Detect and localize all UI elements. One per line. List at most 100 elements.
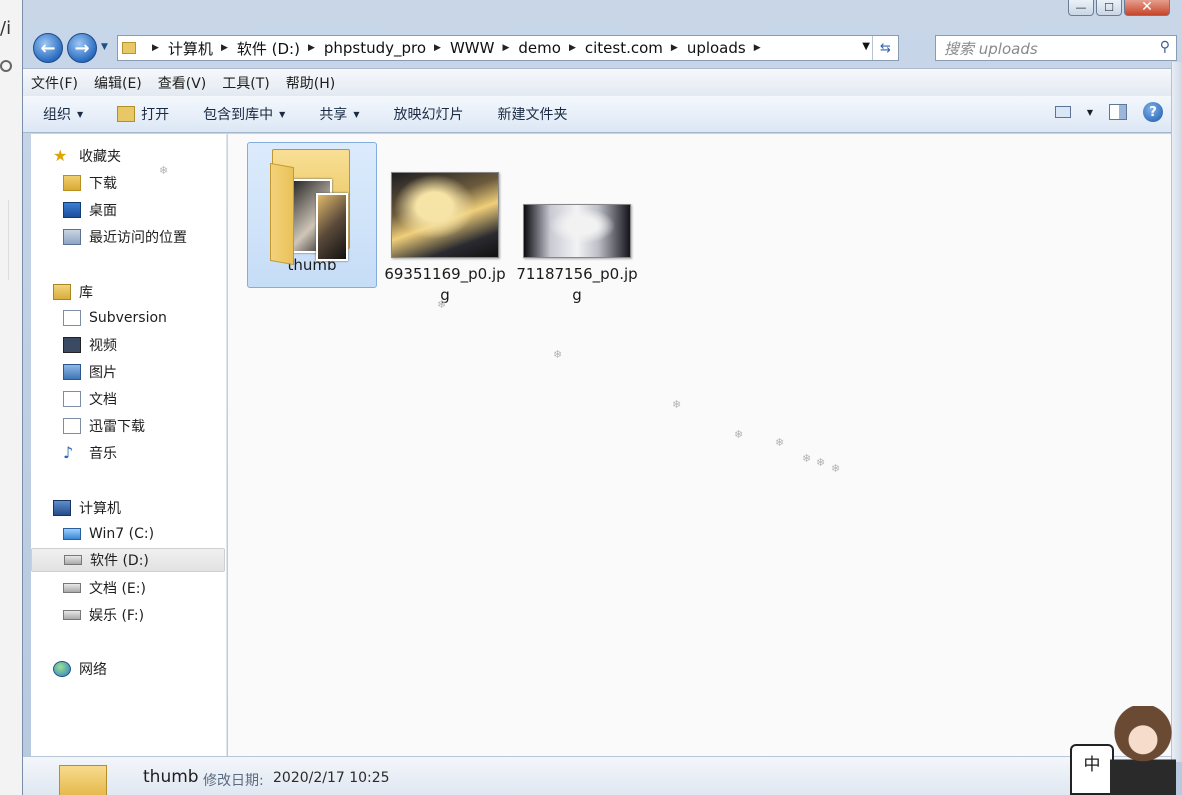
new-folder-button[interactable]: 新建文件夹 bbox=[497, 104, 567, 124]
breadcrumb-www[interactable]: WWW ▶ bbox=[450, 39, 518, 57]
nav-favorites[interactable]: ★ 收藏夹 bbox=[53, 146, 121, 166]
nav-item-desktop[interactable]: 桌面 bbox=[63, 198, 117, 222]
slideshow-label: 放映幻灯片 bbox=[393, 107, 464, 123]
address-bar[interactable]: ▶ 计算机 ▶ 软件 (D:) ▶ phpstudy_pro ▶ WWW ▶ demo ▶… bbox=[117, 35, 899, 61]
computer-icon bbox=[53, 500, 71, 516]
library-icon bbox=[53, 284, 71, 300]
nav-item-pictures[interactable]: 图片 bbox=[63, 360, 117, 384]
snowflake-decoration: ❄ bbox=[775, 436, 785, 449]
arrow-right-icon: → bbox=[74, 37, 90, 59]
snowflake-decoration: ❄ bbox=[831, 462, 841, 475]
search-placeholder: 搜索 uploads bbox=[944, 39, 1038, 58]
nav-item-label: Win7 (C:) bbox=[89, 526, 155, 542]
image-thumbnail bbox=[523, 204, 631, 258]
nav-item-recent-places[interactable]: 最近访问的位置 bbox=[63, 225, 187, 249]
snowflake-decoration: ❄ bbox=[802, 452, 812, 465]
ime-indicator[interactable]: 中 bbox=[1070, 744, 1114, 795]
include-library-button[interactable]: 包含到库中 ▼ bbox=[203, 104, 285, 124]
nav-item-videos[interactable]: 视频 bbox=[63, 333, 117, 357]
forward-button[interactable]: → bbox=[67, 33, 97, 63]
nav-item-label: 文档 (E:) bbox=[89, 581, 146, 597]
background-icon-fragment bbox=[0, 60, 12, 72]
breadcrumb-drive-d[interactable]: 软件 (D:) ▶ bbox=[237, 38, 324, 59]
address-history-dropdown[interactable]: ▼ bbox=[862, 41, 870, 52]
open-button[interactable]: 打开 bbox=[117, 104, 169, 124]
snowflake-decoration: ❄ bbox=[437, 298, 447, 311]
close-button[interactable]: ✕ bbox=[1124, 0, 1170, 16]
change-view-icon[interactable] bbox=[1054, 106, 1071, 118]
menu-edit[interactable]: 编辑(E) bbox=[94, 73, 142, 93]
nav-item-drive-f[interactable]: 娱乐 (F:) bbox=[63, 603, 144, 627]
new-folder-label: 新建文件夹 bbox=[497, 107, 568, 123]
nav-item-drive-d[interactable]: 软件 (D:) bbox=[31, 548, 225, 572]
share-button[interactable]: 共享 ▼ bbox=[319, 104, 359, 124]
recent-places-icon bbox=[63, 229, 81, 245]
nav-item-documents[interactable]: 文档 bbox=[63, 387, 117, 411]
search-input[interactable]: 搜索 uploads ⚲ bbox=[935, 35, 1177, 61]
nav-item-downloads[interactable]: 下载 bbox=[63, 171, 117, 195]
arrow-left-icon: ← bbox=[40, 37, 56, 59]
nav-item-thunder-downloads[interactable]: 迅雷下载 bbox=[63, 414, 145, 438]
nav-item-drive-c[interactable]: Win7 (C:) bbox=[63, 522, 154, 546]
help-icon[interactable]: ? bbox=[1143, 102, 1163, 122]
refresh-icon[interactable]: ⇆ bbox=[872, 36, 898, 60]
menu-file[interactable]: 文件(F) bbox=[31, 73, 78, 93]
menu-help[interactable]: 帮助(H) bbox=[286, 73, 335, 93]
nav-favorites-label: 收藏夹 bbox=[79, 149, 121, 165]
file-list: thumb 69351169_p0.jpg 71187156_p0.jpg ❄ … bbox=[159, 134, 1171, 756]
breadcrumb-citest[interactable]: citest.com ▶ bbox=[585, 39, 687, 57]
details-pane: thumb 修改日期: 2020/2/17 10:25 bbox=[23, 756, 1171, 795]
nav-item-label: 音乐 bbox=[89, 446, 117, 462]
background-divider bbox=[8, 200, 22, 280]
pictures-library-icon bbox=[63, 364, 81, 380]
breadcrumb-computer[interactable]: 计算机 ▶ bbox=[168, 38, 237, 59]
caret-down-icon: ▼ bbox=[353, 109, 360, 119]
breadcrumb-demo[interactable]: demo ▶ bbox=[518, 39, 584, 57]
desktop-mascot[interactable] bbox=[1110, 706, 1176, 795]
menu-bar: 文件(F) 编辑(E) 查看(V) 工具(T) 帮助(H) bbox=[23, 68, 1171, 96]
search-icon[interactable]: ⚲ bbox=[1160, 39, 1170, 55]
nav-item-subversion[interactable]: Subversion bbox=[63, 306, 167, 330]
folder-icon bbox=[122, 42, 136, 54]
nav-computer-label: 计算机 bbox=[79, 501, 121, 517]
menu-tools[interactable]: 工具(T) bbox=[222, 73, 269, 93]
nav-item-label: 视频 bbox=[89, 338, 117, 354]
snowflake-decoration: ❄ bbox=[734, 428, 744, 441]
drive-icon bbox=[64, 555, 82, 565]
nav-item-label: 娱乐 (F:) bbox=[89, 608, 145, 624]
file-item-image-2[interactable]: 71187156_p0.jpg bbox=[512, 142, 642, 306]
nav-libraries[interactable]: 库 bbox=[53, 282, 93, 302]
nav-network[interactable]: 网络 bbox=[53, 659, 107, 679]
slideshow-button[interactable]: 放映幻灯片 bbox=[393, 104, 463, 124]
subversion-library-icon bbox=[63, 310, 81, 326]
include-library-label: 包含到库中 bbox=[203, 107, 274, 123]
star-icon: ★ bbox=[53, 146, 68, 165]
snowflake-decoration: ❄ bbox=[816, 456, 826, 469]
music-note-icon: ♪ bbox=[63, 443, 74, 462]
command-bar: 组织 ▼ 打开 包含到库中 ▼ 共享 ▼ 放映幻灯片 新建文件夹 ▼ ? bbox=[23, 96, 1171, 133]
desktop-icon bbox=[63, 202, 81, 218]
nav-item-drive-e[interactable]: 文档 (E:) bbox=[63, 576, 146, 600]
recent-pages-dropdown[interactable]: ▼ bbox=[101, 42, 108, 52]
nav-item-music[interactable]: ♪ 音乐 bbox=[63, 441, 117, 465]
organize-button[interactable]: 组织 ▼ bbox=[43, 104, 83, 124]
address-row: ← → ▼ ▶ 计算机 ▶ 软件 (D:) ▶ phpstudy_pro ▶ WWW ▶… bbox=[31, 32, 1177, 64]
menu-view[interactable]: 查看(V) bbox=[158, 73, 207, 93]
breadcrumb-phpstudy[interactable]: phpstudy_pro ▶ bbox=[324, 39, 450, 57]
file-item-image-1[interactable]: 69351169_p0.jpg bbox=[380, 142, 510, 306]
file-name: 71187156_p0.jpg bbox=[516, 265, 638, 304]
minimize-button[interactable]: — bbox=[1068, 0, 1094, 16]
file-item-thumb-folder[interactable]: thumb bbox=[247, 142, 377, 288]
nav-computer[interactable]: 计算机 bbox=[53, 498, 121, 518]
preview-pane-icon[interactable] bbox=[1109, 104, 1127, 120]
breadcrumb-root-separator[interactable]: ▶ bbox=[144, 43, 168, 53]
open-label: 打开 bbox=[141, 107, 170, 123]
snowflake-decoration: ❄ bbox=[159, 164, 169, 177]
breadcrumb-uploads[interactable]: uploads ▶ bbox=[687, 39, 770, 57]
back-button[interactable]: ← bbox=[33, 33, 63, 63]
window-right-edge bbox=[1171, 62, 1182, 762]
view-options-dropdown[interactable]: ▼ bbox=[1087, 108, 1093, 117]
maximize-button[interactable]: ☐ bbox=[1096, 0, 1122, 16]
view-controls: ▼ ? bbox=[1054, 102, 1163, 122]
ime-mode-label: 中 bbox=[1083, 755, 1101, 775]
